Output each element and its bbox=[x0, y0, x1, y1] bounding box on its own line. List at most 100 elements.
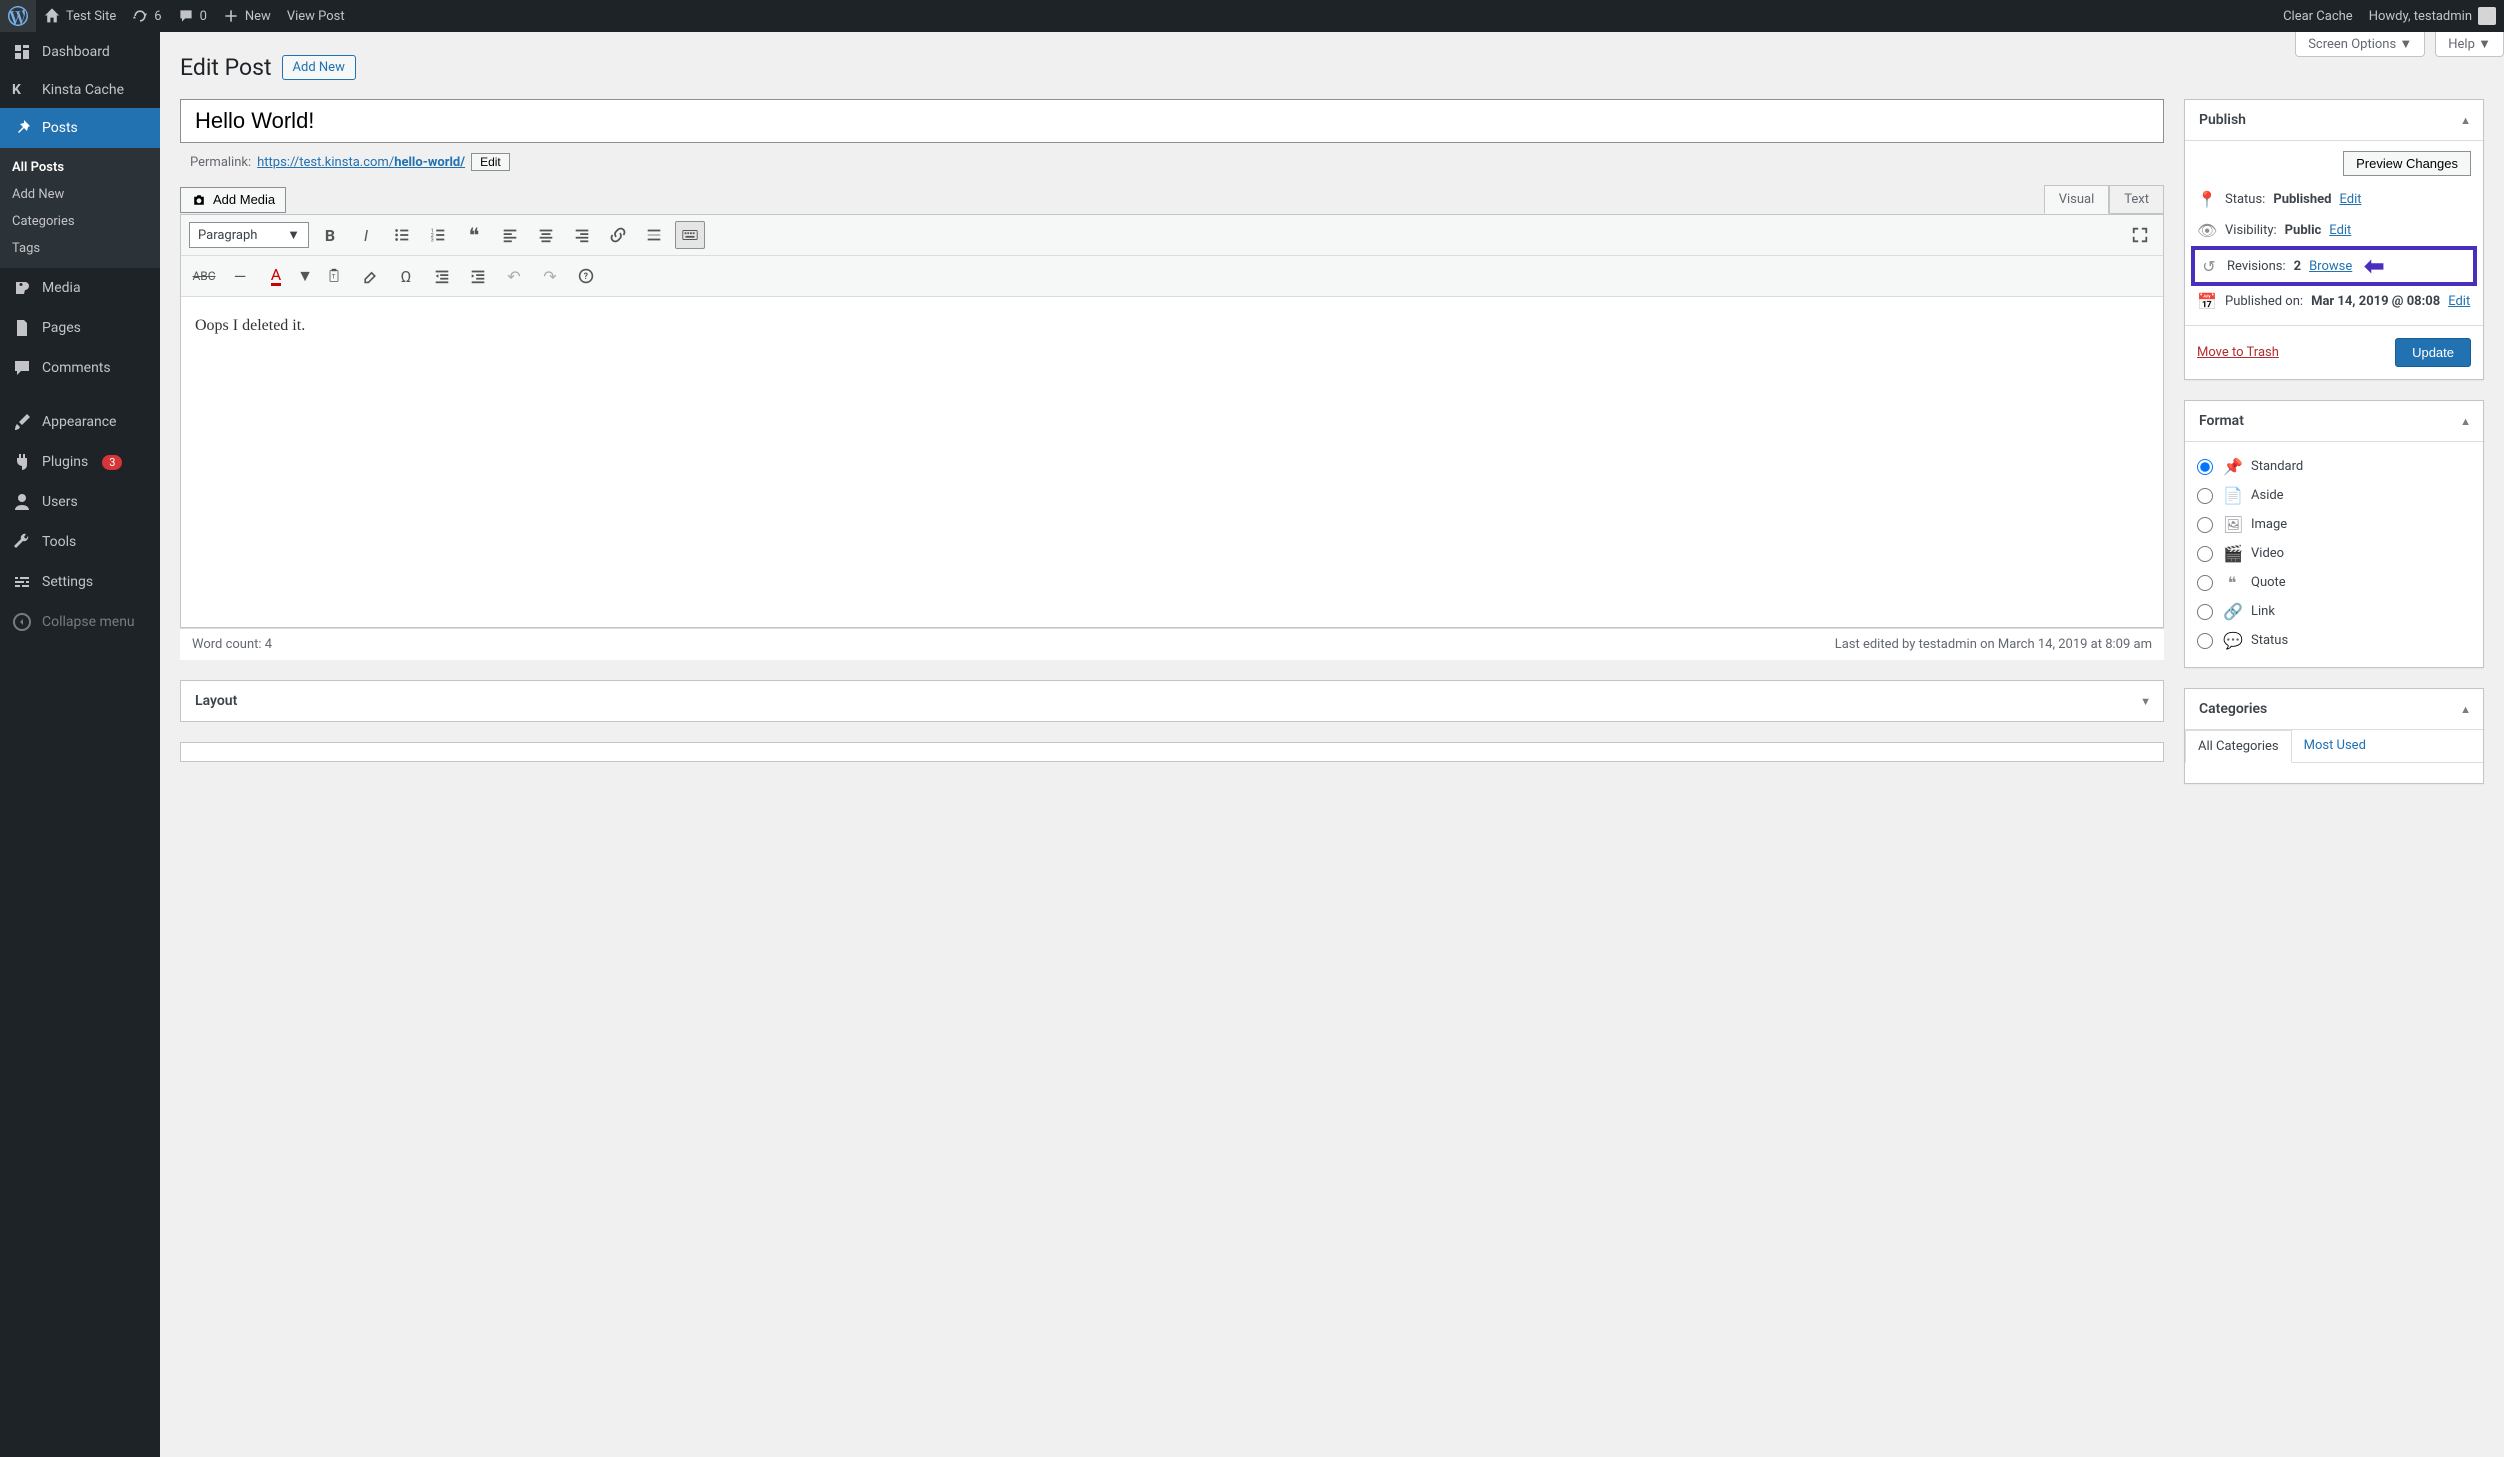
bulleted-list-button[interactable] bbox=[387, 221, 417, 249]
menu-collapse-label: Collapse menu bbox=[42, 614, 135, 630]
redo-button[interactable]: ↷ bbox=[535, 262, 565, 290]
menu-tools-label: Tools bbox=[42, 534, 76, 550]
text-color-button[interactable]: A bbox=[261, 262, 291, 290]
screen-options-button[interactable]: Screen Options ▼ bbox=[2295, 32, 2425, 57]
visual-tab[interactable]: Visual bbox=[2044, 185, 2110, 214]
format-heading[interactable]: Format▲ bbox=[2185, 401, 2483, 442]
wp-logo[interactable] bbox=[0, 0, 36, 32]
clear-format-button[interactable] bbox=[355, 262, 385, 290]
format-link-radio[interactable] bbox=[2197, 604, 2213, 620]
strikethrough-button[interactable]: ABC bbox=[189, 262, 219, 290]
indent-button[interactable] bbox=[463, 262, 493, 290]
visibility-edit-link[interactable]: Edit bbox=[2329, 223, 2351, 238]
move-to-trash-link[interactable]: Move to Trash bbox=[2197, 345, 2279, 360]
align-right-button[interactable] bbox=[567, 221, 597, 249]
new-link[interactable]: New bbox=[215, 0, 279, 32]
numbered-list-button[interactable]: 123 bbox=[423, 221, 453, 249]
hr-button[interactable]: — bbox=[225, 262, 255, 290]
outdent-button[interactable] bbox=[427, 262, 457, 290]
categories-all-tab[interactable]: All Categories bbox=[2185, 730, 2292, 763]
clear-cache-link[interactable]: Clear Cache bbox=[2275, 0, 2361, 32]
view-post-link[interactable]: View Post bbox=[279, 0, 353, 32]
add-media-button[interactable]: Add Media bbox=[180, 187, 286, 213]
visibility-value: Public bbox=[2285, 223, 2322, 238]
align-left-button[interactable] bbox=[495, 221, 525, 249]
menu-collapse[interactable]: Collapse menu bbox=[0, 602, 160, 642]
menu-kinsta[interactable]: K Kinsta Cache bbox=[0, 72, 160, 108]
comments-icon bbox=[12, 358, 32, 378]
published-value: Mar 14, 2019 @ 08:08 bbox=[2311, 294, 2440, 309]
shortcuts-help-button[interactable]: ? bbox=[571, 262, 601, 290]
undo-button[interactable]: ↶ bbox=[499, 262, 529, 290]
svg-text:?: ? bbox=[584, 272, 589, 282]
categories-most-used-tab[interactable]: Most Used bbox=[2292, 730, 2378, 762]
align-center-button[interactable] bbox=[531, 221, 561, 249]
fullscreen-button[interactable] bbox=[2125, 221, 2155, 249]
italic-button[interactable]: I bbox=[351, 221, 381, 249]
preview-button[interactable]: Preview Changes bbox=[2343, 151, 2471, 176]
content-editor[interactable]: Oops I deleted it. bbox=[181, 297, 2163, 627]
format-aside-radio[interactable] bbox=[2197, 488, 2213, 504]
format-quote-radio[interactable] bbox=[2197, 575, 2213, 591]
toolbar-toggle-button[interactable] bbox=[675, 221, 705, 249]
menu-plugins[interactable]: Plugins 3 bbox=[0, 442, 160, 482]
menu-users[interactable]: Users bbox=[0, 482, 160, 522]
link-button[interactable] bbox=[603, 221, 633, 249]
menu-media[interactable]: Media bbox=[0, 268, 160, 308]
howdy-link[interactable]: Howdy, testadmin bbox=[2361, 0, 2504, 32]
video-icon: 🎬 bbox=[2223, 544, 2241, 563]
text-color-arrow[interactable]: ▼ bbox=[297, 262, 313, 290]
avatar bbox=[2478, 7, 2496, 25]
layout-heading[interactable]: Layout▼ bbox=[181, 681, 2163, 721]
format-image-radio[interactable] bbox=[2197, 517, 2213, 533]
menu-posts[interactable]: Posts bbox=[0, 108, 160, 148]
updates-link[interactable]: 6 bbox=[124, 0, 169, 32]
publish-heading[interactable]: Publish▲ bbox=[2185, 100, 2483, 141]
bold-button[interactable]: B bbox=[315, 221, 345, 249]
menu-appearance[interactable]: Appearance bbox=[0, 402, 160, 442]
submenu-categories[interactable]: Categories bbox=[0, 208, 160, 235]
menu-settings[interactable]: Settings bbox=[0, 562, 160, 602]
format-dropdown[interactable]: Paragraph▼ bbox=[189, 222, 309, 248]
clipboard-icon: T bbox=[326, 268, 342, 284]
format-status-radio[interactable] bbox=[2197, 633, 2213, 649]
submenu-tags[interactable]: Tags bbox=[0, 235, 160, 262]
home-icon bbox=[44, 8, 60, 24]
pin-icon bbox=[12, 118, 32, 138]
editor: Paragraph▼ B I 123 ❝ bbox=[180, 214, 2164, 628]
refresh-icon bbox=[132, 8, 148, 24]
site-name-link[interactable]: Test Site bbox=[36, 0, 124, 32]
format-video-radio[interactable] bbox=[2197, 546, 2213, 562]
categories-heading[interactable]: Categories▲ bbox=[2185, 689, 2483, 730]
page-icon bbox=[12, 318, 32, 338]
collapse-icon bbox=[12, 612, 32, 632]
ul-icon bbox=[393, 226, 411, 244]
menu-comments[interactable]: Comments bbox=[0, 348, 160, 388]
format-standard-radio[interactable] bbox=[2197, 459, 2213, 475]
blockquote-button[interactable]: ❝ bbox=[459, 221, 489, 249]
revisions-count: 2 bbox=[2294, 259, 2301, 274]
permalink-link[interactable]: https://test.kinsta.com/hello-world/ bbox=[257, 155, 465, 170]
menu-tools[interactable]: Tools bbox=[0, 522, 160, 562]
submenu-add-new[interactable]: Add New bbox=[0, 181, 160, 208]
menu-dashboard[interactable]: Dashboard bbox=[0, 32, 160, 72]
comments-link[interactable]: 0 bbox=[170, 0, 215, 32]
help-button[interactable]: Help ▼ bbox=[2435, 32, 2504, 57]
post-title-input[interactable] bbox=[180, 99, 2164, 143]
text-tab[interactable]: Text bbox=[2109, 185, 2164, 214]
add-new-button[interactable]: Add New bbox=[282, 55, 356, 80]
revisions-browse-link[interactable]: Browse bbox=[2309, 259, 2352, 274]
special-char-button[interactable]: Ω bbox=[391, 262, 421, 290]
status-edit-link[interactable]: Edit bbox=[2339, 192, 2361, 207]
paste-text-button[interactable]: T bbox=[319, 262, 349, 290]
menu-pages[interactable]: Pages bbox=[0, 308, 160, 348]
revisions-highlight-annotation: ↺ Revisions: 2 Browse ⬅ bbox=[2191, 246, 2477, 286]
update-button[interactable]: Update bbox=[2395, 338, 2471, 367]
word-count: Word count: 4 bbox=[192, 637, 272, 652]
read-more-button[interactable] bbox=[639, 221, 669, 249]
expand-icon bbox=[2131, 226, 2149, 244]
published-label: Published on: bbox=[2225, 294, 2303, 309]
submenu-all-posts[interactable]: All Posts bbox=[0, 154, 160, 181]
permalink-edit-button[interactable]: Edit bbox=[471, 153, 510, 171]
published-edit-link[interactable]: Edit bbox=[2448, 294, 2470, 309]
